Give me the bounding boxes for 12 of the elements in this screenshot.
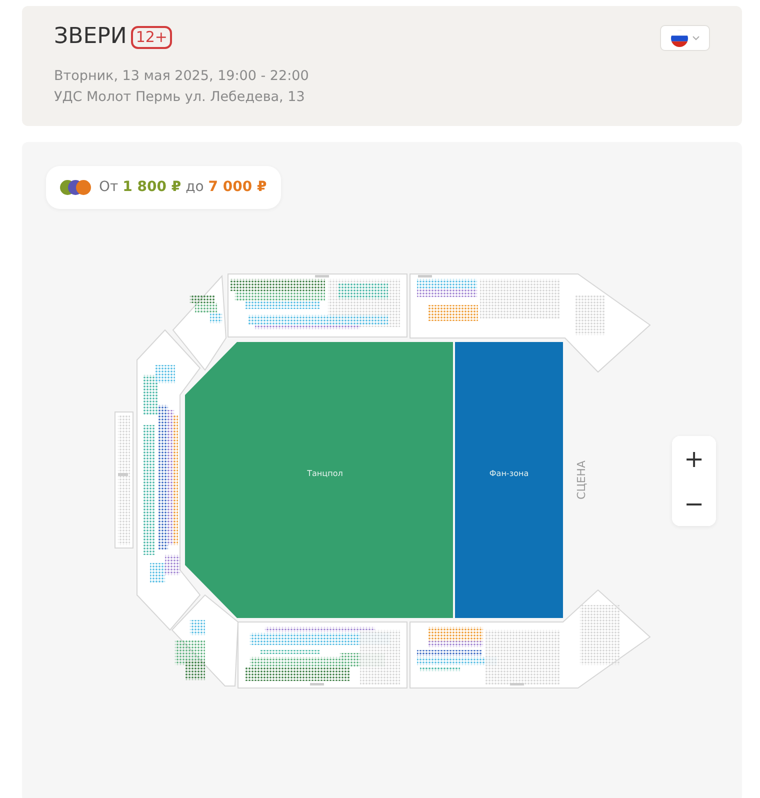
stage-label: СЦЕНА bbox=[575, 460, 588, 500]
event-venue: УДС Молот Пермь ул. Лебедева, 13 bbox=[54, 88, 306, 108]
event-title: ЗВЕРИ bbox=[54, 24, 127, 50]
event-datetime: Вторник, 13 мая 2025, 19:00 - 22:00 bbox=[54, 67, 309, 86]
price-range-text: От 1 800 ₽ до 7 000 ₽ bbox=[99, 178, 267, 197]
dance-floor-zone[interactable] bbox=[185, 342, 453, 618]
caret-icon bbox=[692, 35, 700, 41]
age-rating: 12+ bbox=[130, 26, 172, 49]
zone-label: Танцпол bbox=[307, 469, 343, 478]
language-button[interactable] bbox=[660, 25, 710, 51]
flag-icon bbox=[670, 30, 688, 46]
zone-label: Фан-зона bbox=[489, 469, 529, 478]
